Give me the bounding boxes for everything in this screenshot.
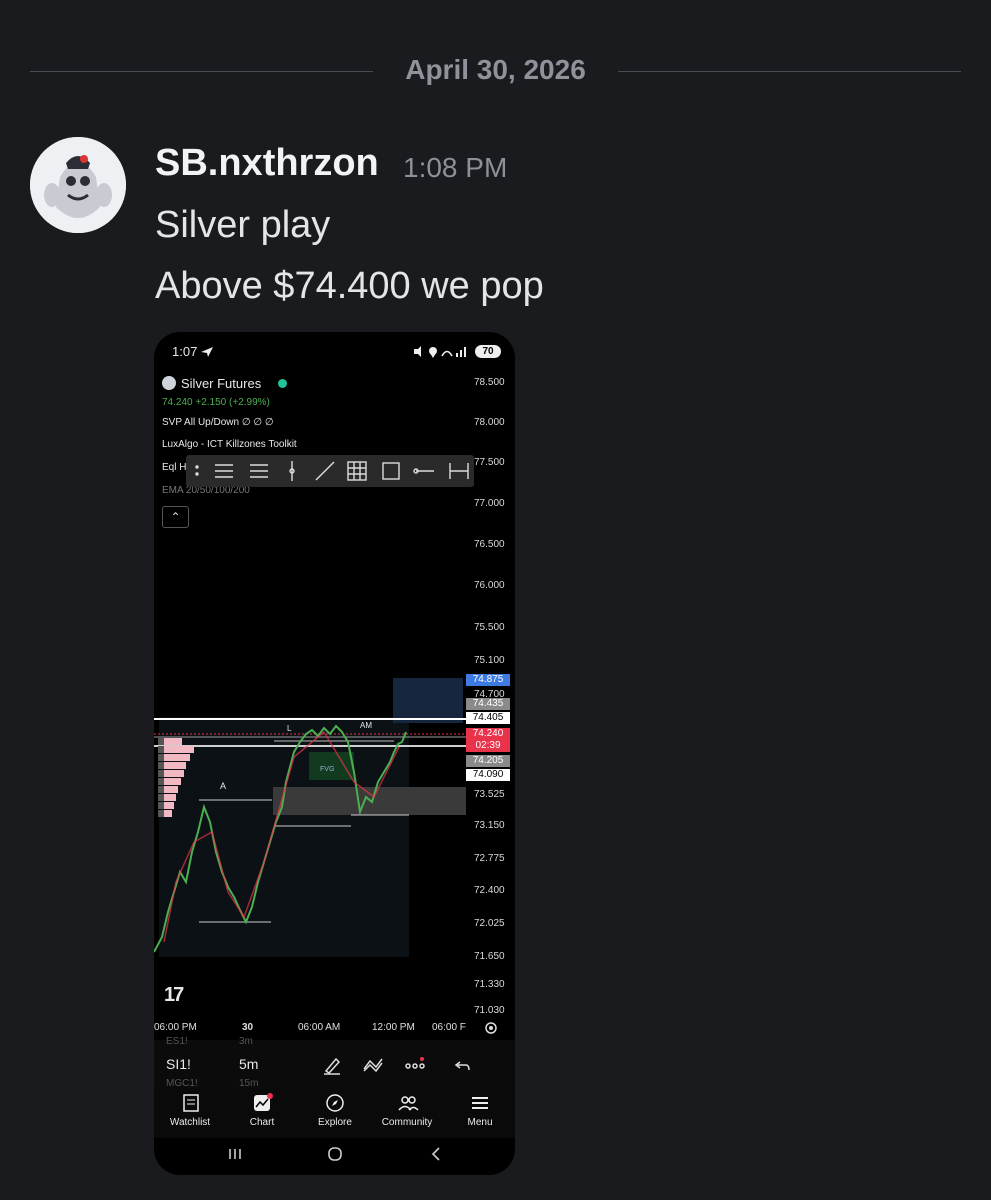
tradingview-logo: 17 (164, 984, 184, 1006)
price-tick: 76.000 (474, 580, 505, 591)
message-line-1: Silver play (155, 204, 331, 246)
interval-prev[interactable]: 3m (239, 1036, 253, 1047)
price-tick: 77.500 (474, 457, 505, 468)
attachment-screenshot[interactable]: 1:07 70 FVG L AM A Silver Futures 74.240… (154, 332, 515, 1175)
nav-explore[interactable]: Explore (305, 1117, 365, 1128)
time-tick: 06:00 AM (298, 1022, 341, 1033)
system-nav-bar (229, 1147, 440, 1161)
collapse-chevron-icon[interactable]: ⌃ (162, 506, 189, 528)
chart-tab-icon[interactable] (252, 1093, 274, 1113)
price-label-low: 74.205 (466, 755, 510, 767)
time-tick: 12:00 PM (372, 1022, 415, 1033)
price-label-high: 74.435 (466, 698, 510, 710)
status-icons (414, 346, 466, 358)
nav-chart[interactable]: Chart (232, 1117, 292, 1128)
drawing-toolbar (186, 455, 474, 487)
price-tick: 75.100 (474, 655, 505, 666)
divider-line-left (30, 71, 373, 72)
price-chart[interactable] (154, 712, 466, 962)
price-tick: 73.525 (474, 789, 505, 800)
price-tick: 75.500 (474, 622, 505, 633)
avatar[interactable] (30, 137, 126, 233)
status-time: 1:07 (172, 344, 198, 359)
market-open-dot (278, 379, 287, 388)
battery-indicator: 70 (475, 345, 501, 358)
level-label-l: L (287, 724, 292, 733)
time-tick: 06:00 PM (154, 1022, 197, 1033)
silver-icon (162, 376, 176, 390)
menu-icon[interactable] (470, 1093, 490, 1113)
symbol-prev[interactable]: ES1! (166, 1036, 188, 1047)
price-tick: 72.400 (474, 885, 505, 896)
price-tick: 71.650 (474, 951, 505, 962)
price-tick: 71.030 (474, 1005, 505, 1016)
message-timestamp: 1:08 PM (403, 152, 508, 183)
nav-watchlist[interactable]: Watchlist (160, 1117, 220, 1128)
interval-current[interactable]: 5m (239, 1056, 258, 1072)
indicator-svp[interactable]: SVP All Up/Down ∅ ∅ ∅ (162, 417, 274, 428)
symbol-current[interactable]: SI1! (166, 1056, 191, 1072)
nav-menu[interactable]: Menu (450, 1117, 510, 1128)
price-label-target: 74.875 (466, 674, 510, 686)
price-label-countdown: 02:39 (466, 740, 510, 752)
price-tick: 78.000 (474, 417, 505, 428)
explore-icon[interactable] (325, 1093, 345, 1113)
price-tick: 72.025 (474, 918, 505, 929)
picker-toolbar-icons (324, 1057, 470, 1075)
time-tick: 06:00 F (432, 1022, 466, 1033)
location-arrow-icon (201, 347, 213, 357)
message-line-2: Above $74.400 we pop (155, 265, 544, 307)
avatar-image (30, 137, 126, 233)
price-label-support: 74.090 (466, 769, 510, 781)
price-label-level: 74.405 (466, 712, 510, 724)
date-divider-label: April 30, 2026 (405, 54, 586, 85)
price-tick: 72.775 (474, 853, 505, 864)
indicator-eql[interactable]: Eql H (162, 462, 186, 473)
time-tick: 30 (242, 1022, 254, 1033)
indicator-luxalgo[interactable]: LuxAlgo - ICT Killzones Toolkit (162, 439, 297, 450)
price-tick: 77.000 (474, 498, 505, 509)
gear-icon[interactable] (484, 1021, 498, 1035)
quote-line: 74.240 +2.150 (+2.99%) (162, 397, 270, 408)
nav-community[interactable]: Community (377, 1117, 437, 1128)
price-tick: 78.500 (474, 377, 505, 388)
price-tick: 73.150 (474, 820, 505, 831)
community-icon[interactable] (397, 1093, 419, 1113)
price-tick: 76.500 (474, 539, 505, 550)
price-label-last: 74.240 (466, 728, 510, 740)
watchlist-icon[interactable] (181, 1093, 201, 1113)
message-author[interactable]: SB.nxthrzon (155, 142, 379, 185)
level-label-a: A (220, 781, 227, 791)
date-divider: April 30, 2026 (30, 50, 961, 94)
price-tick: 71.330 (474, 979, 505, 990)
level-label-am: AM (360, 721, 372, 730)
divider-line-right (618, 71, 961, 72)
instrument-name[interactable]: Silver Futures (181, 376, 261, 391)
